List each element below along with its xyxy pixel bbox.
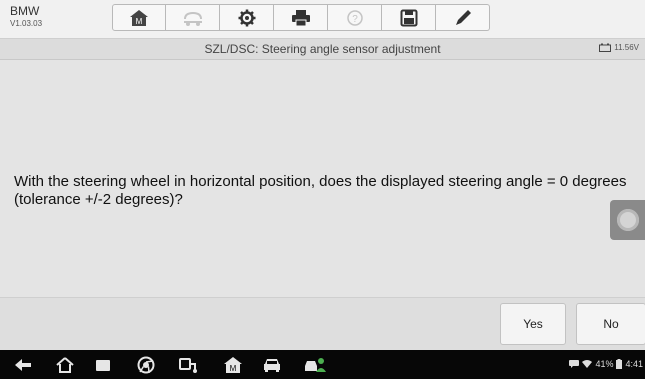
prompt-message: With the steering wheel in horizontal po… [14,173,627,208]
back-button[interactable] [13,355,33,375]
battery-percent: 41% [595,359,614,369]
car-user-icon [305,358,326,372]
floating-circle-icon [616,209,639,231]
remote-support-button[interactable] [304,355,328,375]
screen-title-bar: SZL/DSC: Steering angle sensor adjustmen… [0,39,645,60]
android-navigation-bar: M 41% 4:41 [0,350,645,379]
vehicle-swap-icon [183,11,202,26]
help-icon: ? [346,9,363,26]
vci-connect-button[interactable] [178,355,198,375]
pen-icon [455,9,471,25]
svg-text:?: ? [352,14,358,25]
car-battery-icon [599,43,612,52]
save-button[interactable] [382,4,436,31]
house-outline-icon [56,357,74,373]
clock: 4:41 [625,359,643,369]
settings-gear-icon [238,9,255,26]
app-name: BMW [10,4,40,18]
chrome-browser-icon [137,356,155,374]
home-m-icon: M [224,357,242,373]
vehicle-swap-button[interactable] [166,4,220,31]
action-bar: Yes No [0,297,645,350]
system-status-area: 41% 4:41 [569,359,643,369]
battery-voltage-indicator: 11.56V [599,43,639,52]
home-button[interactable]: M [112,4,166,31]
settings-button[interactable] [220,4,274,31]
back-arrow-icon [15,359,31,371]
help-button[interactable]: ? [328,4,382,31]
top-bar: BMW V1.03.03 M ? [0,0,645,39]
car-front-icon [264,359,280,372]
app-brand: BMW V1.03.03 [10,5,42,28]
nav-home-button[interactable] [55,355,75,375]
vci-connection-icon [179,358,197,373]
battery-voltage-value: 11.56V [614,43,639,52]
edit-button[interactable] [436,4,490,31]
battery-icon [616,359,623,369]
recent-apps-button[interactable] [93,355,113,375]
no-button[interactable]: No [576,303,645,345]
wifi-icon [582,360,593,368]
printer-icon [291,9,310,26]
vehicle-home-button[interactable]: M [223,355,243,375]
screen-title: SZL/DSC: Steering angle sensor adjustmen… [204,42,441,56]
save-icon [400,9,417,26]
vehicle-button[interactable] [262,355,282,375]
main-content: With the steering wheel in horizontal po… [0,60,645,297]
home-icon: M [130,9,148,26]
browser-button[interactable] [136,355,156,375]
main-toolbar: M ? [112,4,490,31]
yes-button[interactable]: Yes [500,303,566,345]
recent-apps-icon [96,360,110,371]
chat-icon [569,360,580,368]
svg-text:M: M [230,364,237,373]
app-version: V1.03.03 [10,19,43,28]
print-button[interactable] [274,4,328,31]
floating-assist-button[interactable] [610,200,645,240]
svg-text:M: M [136,17,143,26]
